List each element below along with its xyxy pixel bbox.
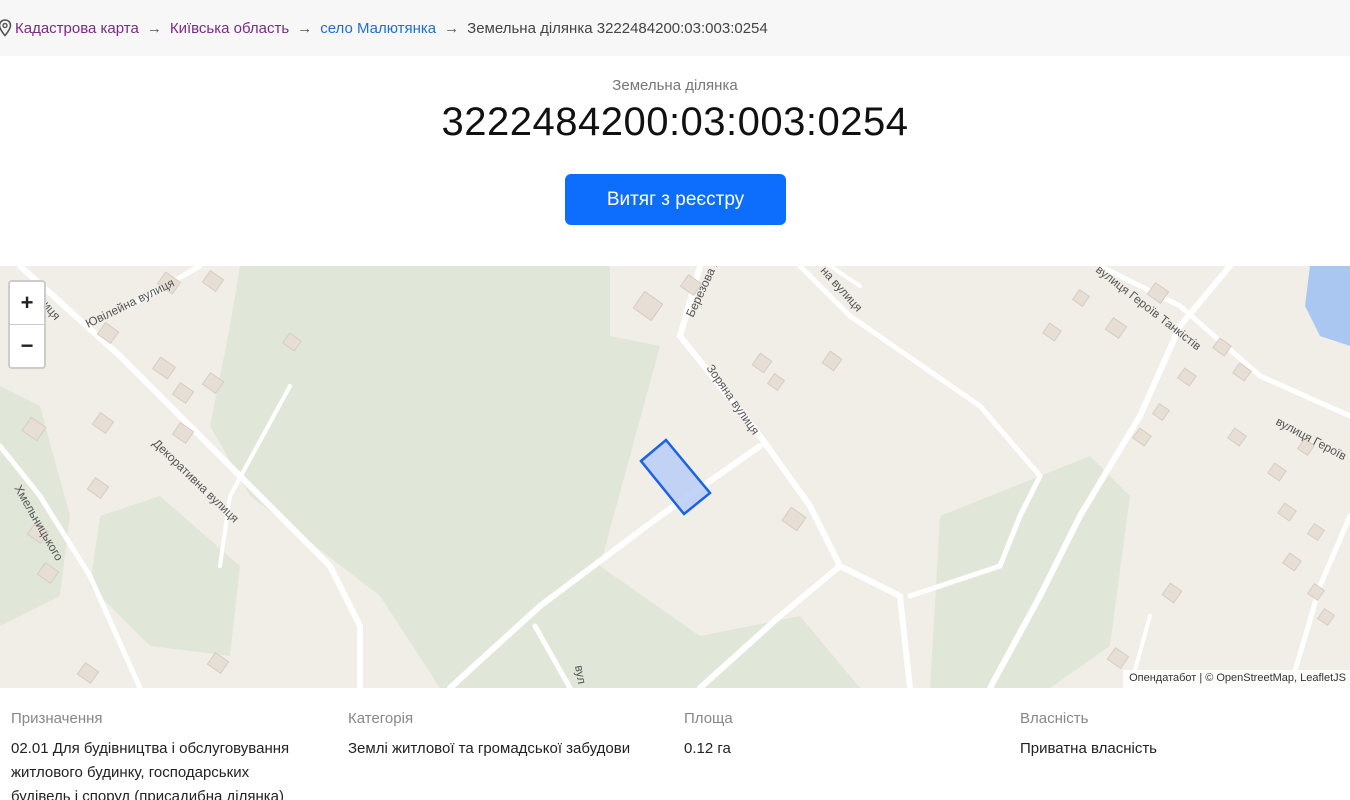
breadcrumb-link-village[interactable]: село Малютянка (320, 20, 436, 37)
breadcrumb-current: Земельна ділянка 3222484200:03:003:0254 (467, 19, 768, 37)
zoom-out-button[interactable]: − (10, 324, 44, 367)
map-view[interactable]: Ювілейна вулиця вулиця Декоративна вулиц… (0, 266, 1350, 688)
street-label: Ювілейна вулиця (83, 276, 176, 331)
zoom-in-button[interactable]: + (10, 282, 44, 324)
breadcrumb-separator: → (297, 19, 313, 37)
breadcrumb-separator: → (146, 19, 162, 37)
zoom-control: + − (8, 280, 46, 369)
map-tiles[interactable]: Ювілейна вулиця вулиця Декоративна вулиц… (0, 266, 1350, 688)
attribution-separator: | (1199, 672, 1203, 684)
category-column: Категорія Землі житлової та громадської … (348, 710, 668, 761)
breadcrumb-link-kyiv-oblast[interactable]: Київська область (170, 20, 289, 37)
street-label: Зоряна вулиця (704, 362, 763, 438)
ownership-value: Приватна власність (1020, 740, 1157, 757)
breadcrumb-separator: → (444, 19, 460, 37)
purpose-label: Призначення (11, 710, 103, 727)
map-attribution: Опендатабот | © OpenStreetMap, LeafletJS (1123, 670, 1350, 688)
attribution-osm-leaflet[interactable]: © OpenStreetMap, LeafletJS (1205, 672, 1346, 684)
area-label: Площа (684, 710, 733, 727)
purpose-line: будівель і споруд (присадибна ділянка) (11, 788, 284, 800)
area-value: 0.12 га (684, 740, 731, 757)
map-pin-icon (0, 19, 12, 37)
category-label: Категорія (348, 710, 414, 727)
breadcrumb-link-cadastral-map[interactable]: Кадастрова карта (15, 20, 139, 37)
ownership-label: Власність (1020, 710, 1089, 727)
purpose-column: Призначення 02.01 Для будівництва і обсл… (11, 710, 331, 800)
purpose-line: 02.01 Для будівництва і обслуговування (11, 740, 290, 757)
parcel-subtitle: Земельна ділянка (612, 77, 738, 94)
attribution-opendatabot[interactable]: Опендатабот (1129, 672, 1196, 684)
green-areas (0, 266, 1130, 688)
parcel-header: Земельна ділянка 3222484200:03:003:0254 … (0, 56, 1350, 266)
water-body (1305, 266, 1350, 346)
ownership-column: Власність Приватна власність (1020, 710, 1340, 761)
street-label: вулиця Героїв (1274, 414, 1349, 463)
area-column: Площа 0.12 га (684, 710, 984, 761)
breadcrumb: Кадастрова карта → Київська область → се… (0, 0, 1350, 56)
category-value: Землі житлової та громадської забудови (348, 740, 631, 757)
purpose-value: 02.01 Для будівництва і обслуговування ж… (11, 737, 331, 800)
purpose-line: житлового будинку, господарських (11, 764, 250, 781)
selected-parcel-polygon[interactable] (639, 438, 712, 516)
registry-extract-button[interactable]: Витяг з реєстру (565, 174, 786, 225)
parcel-info: Призначення 02.01 Для будівництва і обсл… (0, 688, 1350, 800)
parcel-number: 3222484200:03:003:0254 (441, 100, 909, 144)
